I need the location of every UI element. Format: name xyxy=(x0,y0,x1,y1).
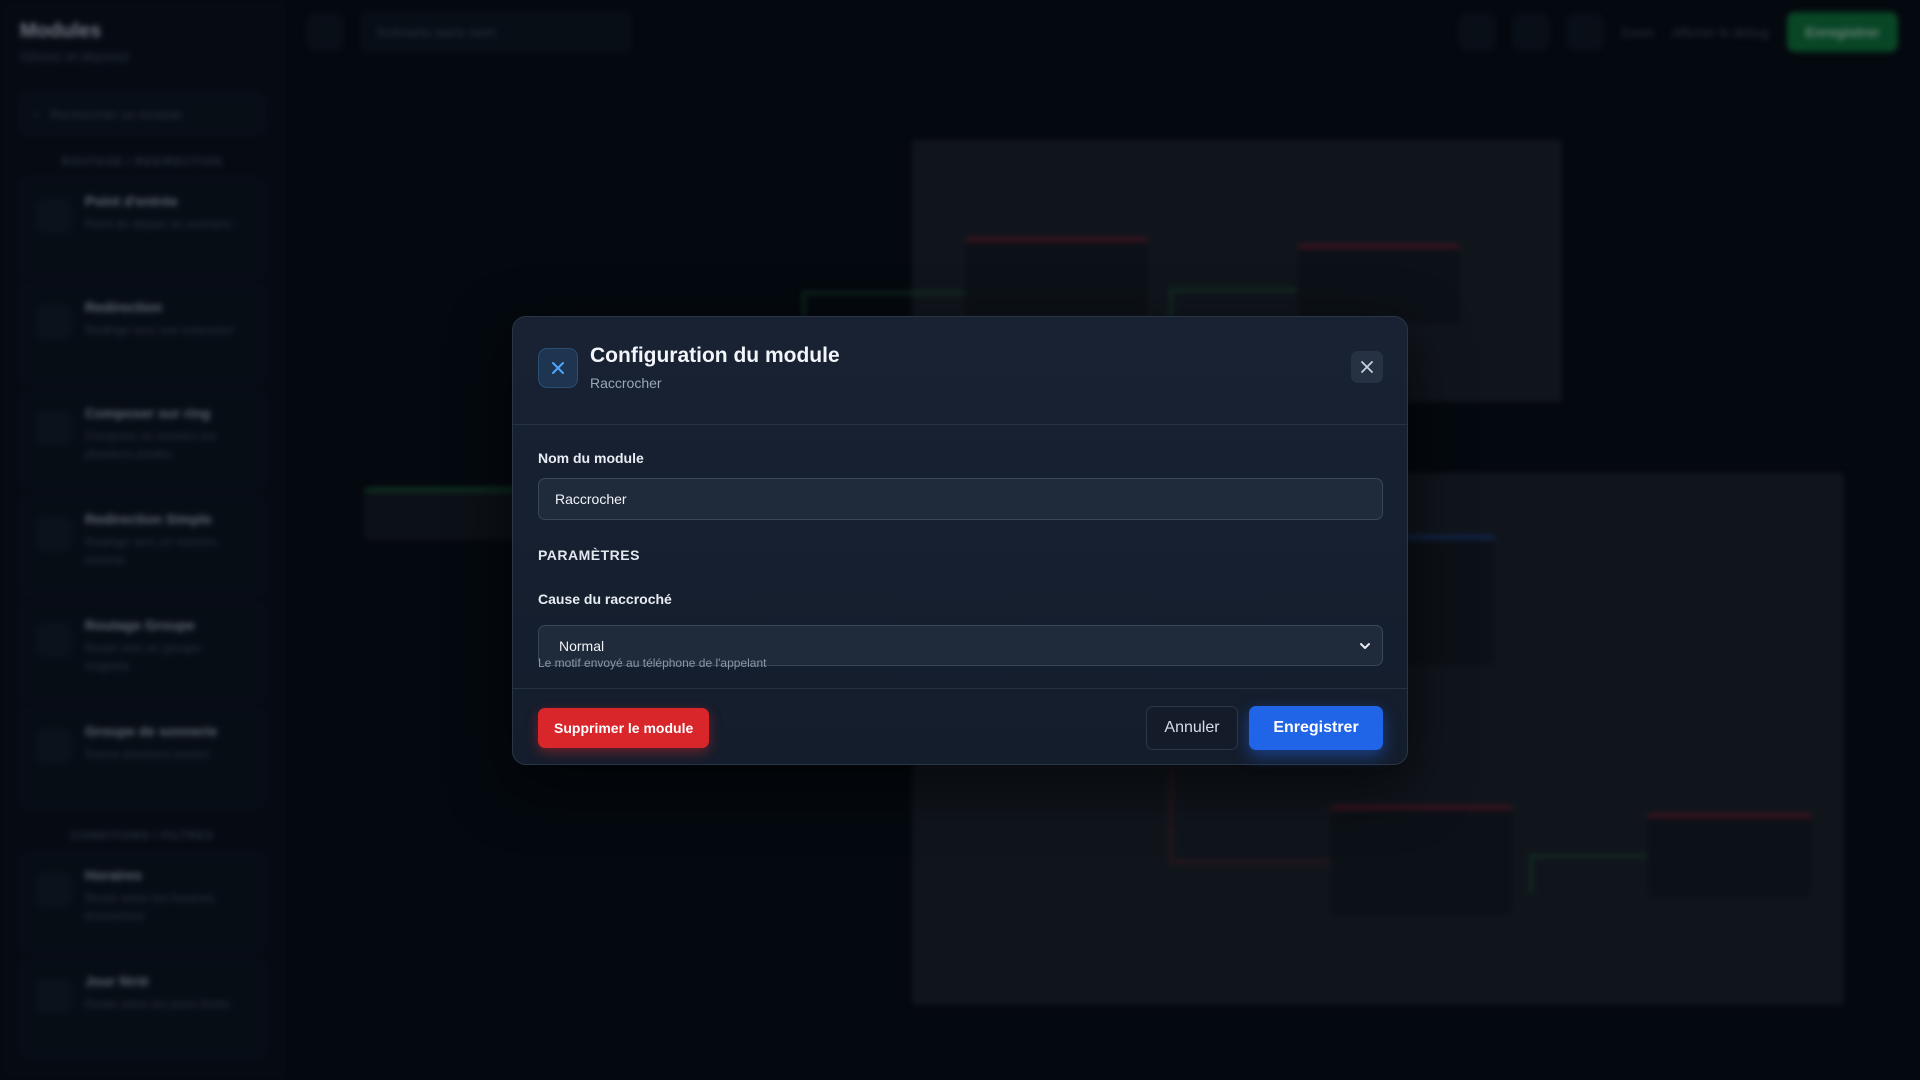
dialog-footer: Supprimer le module Annuler Enregistrer xyxy=(513,688,1407,765)
parameters-heading: PARAMÈTRES xyxy=(538,547,640,563)
dialog-subtitle: Raccrocher xyxy=(590,375,662,391)
delete-module-button[interactable]: Supprimer le module xyxy=(538,708,710,748)
module-name-input[interactable] xyxy=(538,478,1383,520)
hangup-x-icon xyxy=(552,362,564,374)
close-icon xyxy=(1361,361,1373,373)
close-dialog-button[interactable] xyxy=(1351,351,1383,383)
dialog-header: Configuration du module Raccrocher xyxy=(513,317,1407,425)
save-button[interactable]: Enregistrer xyxy=(1249,706,1383,750)
module-name-label: Nom du module xyxy=(538,450,644,466)
hangup-cause-value: Normal xyxy=(559,637,605,654)
hangup-cause-helptext: Le motif envoyé au téléphone de l'appela… xyxy=(538,656,767,670)
module-config-dialog: Configuration du module Raccrocher Nom d… xyxy=(512,316,1408,765)
dialog-title: Configuration du module xyxy=(590,344,840,367)
chevron-down-icon xyxy=(1360,643,1370,649)
module-type-badge xyxy=(538,348,578,388)
cancel-button[interactable]: Annuler xyxy=(1146,706,1238,750)
hangup-cause-label: Cause du raccroché xyxy=(538,591,672,607)
